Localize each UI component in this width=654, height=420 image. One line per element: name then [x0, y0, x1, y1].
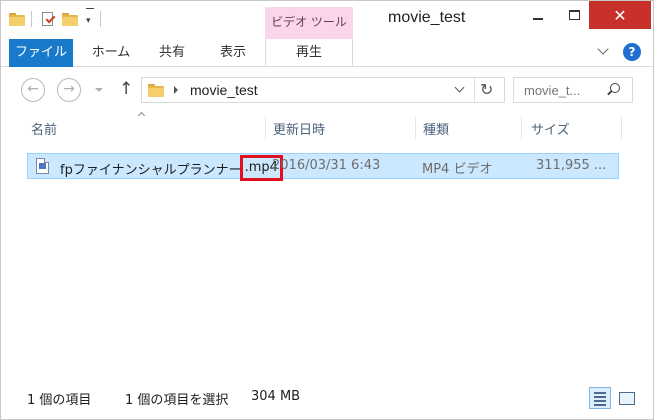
search-icon[interactable]	[610, 83, 620, 93]
title-bar: ▾ ビデオ ツール movie_test ✕	[1, 1, 653, 39]
ribbon-tab-bar: ファイル ホーム 共有 表示 再生 ?	[1, 39, 653, 67]
recent-locations-dropdown-icon[interactable]	[95, 88, 103, 92]
address-separator	[474, 78, 475, 102]
item-count: 1 個の項目	[27, 393, 92, 408]
navigation-bar: ← → ↑ movie_test ↻ movie_t...	[1, 67, 653, 111]
folder-icon[interactable]	[9, 12, 25, 26]
quick-access-toolbar: ▾	[9, 9, 107, 29]
file-name: fpファイナンシャルプランナー .mp4	[60, 155, 283, 184]
close-icon: ✕	[613, 5, 627, 25]
address-folder-icon	[148, 84, 164, 97]
file-modified: 2016/03/31 6:43	[272, 158, 381, 173]
tab-file[interactable]: ファイル	[9, 39, 73, 67]
address-path[interactable]: movie_test	[190, 82, 258, 98]
column-header-type[interactable]: 種類	[423, 119, 449, 138]
column-divider[interactable]	[265, 117, 266, 139]
new-folder-icon[interactable]	[62, 12, 78, 26]
file-row[interactable]: fpファイナンシャルプランナー .mp4 2016/03/31 6:43 MP4 …	[27, 153, 619, 181]
column-divider[interactable]	[521, 117, 522, 139]
column-divider[interactable]	[415, 117, 416, 139]
expand-ribbon-chevron-icon[interactable]	[597, 45, 611, 59]
selected-count: 1 個の項目を選択	[125, 393, 229, 408]
search-placeholder: movie_t...	[524, 83, 581, 98]
mp4-file-icon	[36, 158, 49, 174]
sort-ascending-icon	[137, 111, 146, 120]
back-arrow-icon[interactable]: ←	[21, 78, 45, 102]
large-icons-view-icon[interactable]	[615, 387, 637, 409]
forward-arrow-icon[interactable]: →	[57, 78, 81, 102]
search-input[interactable]: movie_t...	[513, 77, 633, 103]
file-size: 311,955 ...	[536, 158, 607, 173]
status-bar: 1 個の項目 1 個の項目を選択 304 MB	[1, 385, 653, 419]
customize-toolbar-dropdown-icon[interactable]: ▾	[86, 8, 94, 31]
column-header-name[interactable]: 名前	[31, 119, 57, 138]
selected-size: 304 MB	[251, 389, 301, 404]
file-type: MP4 ビデオ	[422, 162, 493, 177]
up-arrow-icon[interactable]: ↑	[119, 79, 133, 99]
maximize-icon	[568, 10, 580, 20]
tab-play[interactable]: 再生	[265, 39, 353, 67]
refresh-icon[interactable]: ↻	[480, 80, 493, 99]
help-icon[interactable]: ?	[623, 43, 641, 61]
toolbar-separator	[31, 11, 32, 27]
address-history-dropdown-icon[interactable]	[454, 82, 465, 93]
tab-share[interactable]: 共有	[149, 39, 195, 67]
properties-icon[interactable]	[40, 11, 56, 27]
tab-view[interactable]: 表示	[205, 39, 261, 67]
address-bar[interactable]: movie_test ↻	[141, 77, 505, 103]
file-name-base: fpファイナンシャルプランナー	[60, 163, 242, 178]
explorer-window: ▾ ビデオ ツール movie_test ✕ ファイル ホーム 共有 表示 再生…	[0, 0, 654, 420]
column-divider[interactable]	[621, 117, 622, 139]
toolbar-separator	[100, 11, 101, 27]
column-header-modified[interactable]: 更新日時	[273, 119, 325, 138]
details-view-icon[interactable]	[589, 387, 611, 409]
column-headers: 名前 更新日時 種類 サイズ	[1, 111, 653, 145]
video-tools-context-label: ビデオ ツール	[265, 7, 353, 39]
close-button[interactable]: ✕	[589, 1, 651, 29]
minimize-icon	[533, 18, 543, 20]
window-title: movie_test	[388, 9, 466, 26]
tab-home[interactable]: ホーム	[81, 39, 141, 67]
column-header-size[interactable]: サイズ	[531, 119, 570, 138]
breadcrumb-chevron-icon[interactable]	[174, 86, 178, 94]
